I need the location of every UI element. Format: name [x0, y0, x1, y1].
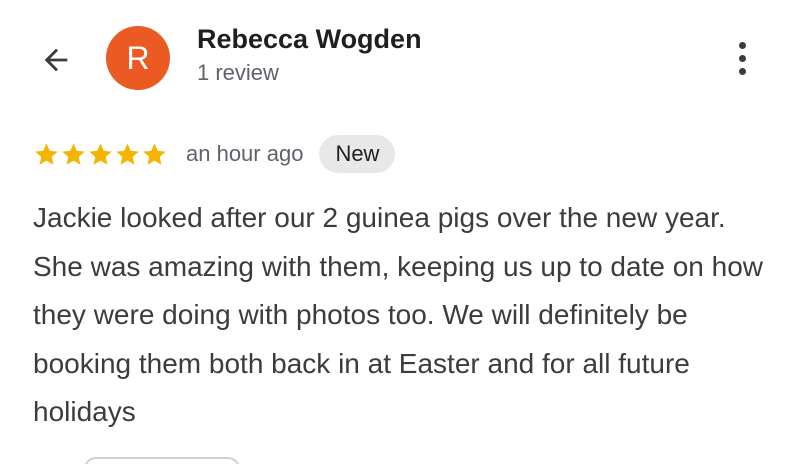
avatar[interactable]: R: [106, 26, 170, 90]
more-vert-icon-dot-2: [738, 54, 746, 62]
star-icon: [143, 142, 166, 165]
star-icon: [89, 142, 112, 165]
partial-action-chip[interactable]: [84, 457, 240, 464]
star-rating: [33, 141, 168, 168]
star-icon: [35, 142, 58, 165]
star-icon: [62, 142, 85, 165]
avatar-letter: R: [126, 39, 150, 76]
back-button[interactable]: [36, 40, 76, 80]
more-vert-icon-dot-3: [738, 67, 746, 75]
more-vert-icon: [738, 41, 746, 49]
more-options-button[interactable]: [722, 36, 762, 80]
review-time: an hour ago: [186, 141, 304, 166]
reviewer-name[interactable]: Rebecca Wogden: [197, 24, 422, 55]
rating-row: an hour ago New: [33, 134, 396, 174]
arrow-left-icon: [44, 48, 68, 72]
star-icon: [116, 142, 139, 165]
new-badge: New: [319, 135, 396, 173]
review-text: Jackie looked after our 2 guinea pigs ov…: [33, 202, 763, 427]
review-page: R Rebecca Wogden 1 review an hour ago Ne…: [0, 0, 800, 464]
review-count: 1 review: [197, 60, 279, 85]
